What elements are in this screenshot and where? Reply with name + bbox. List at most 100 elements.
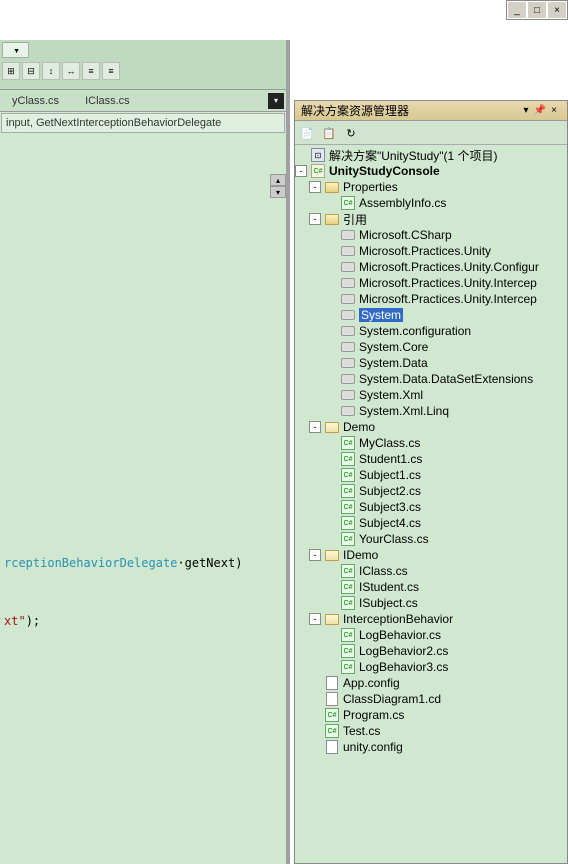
node-label: App.config — [343, 676, 400, 690]
file-node[interactable]: ISubject.cs — [295, 595, 567, 611]
node-label: Subject2.cs — [359, 484, 421, 498]
scroll-up-icon[interactable]: ▴ — [270, 174, 286, 186]
folder-properties[interactable]: -Properties — [295, 179, 567, 195]
code-editor[interactable]: input, GetNextInterceptionBehaviorDelega… — [0, 113, 286, 640]
file-node[interactable]: LogBehavior.cs — [295, 627, 567, 643]
csharp-file-icon — [324, 724, 340, 738]
window-controls: _ □ × — [506, 0, 568, 20]
reference-node[interactable]: Microsoft.Practices.Unity.Intercep — [295, 275, 567, 291]
reference-node[interactable]: Microsoft.Practices.Unity — [295, 243, 567, 259]
file-node[interactable]: IStudent.cs — [295, 579, 567, 595]
close-button[interactable]: × — [547, 1, 567, 19]
file-node[interactable]: ClassDiagram1.cd — [295, 691, 567, 707]
toolbar-icon[interactable]: ↕ — [42, 62, 60, 80]
expander-icon[interactable]: - — [309, 181, 321, 193]
scroll-down-icon[interactable]: ▾ — [270, 186, 286, 198]
toolbar-icon[interactable]: ⊞ — [2, 62, 20, 80]
csharp-file-icon — [340, 564, 356, 578]
reference-node[interactable]: System — [295, 307, 567, 323]
csharp-file-icon — [340, 436, 356, 450]
file-node[interactable]: Subject3.cs — [295, 499, 567, 515]
csharp-file-icon — [340, 532, 356, 546]
editor-area: ⊞ ⊟ ↕ ↔ ≡ ≡ yClass.cs IClass.cs ▾ input,… — [0, 40, 290, 864]
solution-tree[interactable]: ⊡解决方案"UnityStudy"(1 个项目)-UnityStudyConso… — [295, 145, 567, 863]
file-node[interactable]: MyClass.cs — [295, 435, 567, 451]
file-node[interactable]: Subject1.cs — [295, 467, 567, 483]
reference-node[interactable]: System.Xml — [295, 387, 567, 403]
properties-icon[interactable]: 📄 — [297, 123, 317, 143]
tab-overflow-button[interactable]: ▾ — [268, 93, 284, 109]
reference-icon — [340, 308, 356, 322]
toolbar-icon[interactable]: ↔ — [62, 62, 80, 80]
file-node[interactable]: Subject2.cs — [295, 483, 567, 499]
file-node[interactable]: Test.cs — [295, 723, 567, 739]
reference-icon — [340, 228, 356, 242]
toolbar-icon[interactable]: ≡ — [102, 62, 120, 80]
expander-icon[interactable]: - — [309, 213, 321, 225]
toolbar-dropdown[interactable] — [2, 42, 29, 58]
expander-icon[interactable]: - — [309, 549, 321, 561]
solution-root[interactable]: ⊡解决方案"UnityStudy"(1 个项目) — [295, 147, 567, 163]
show-all-icon[interactable]: 📋 — [319, 123, 339, 143]
reference-node[interactable]: Microsoft.Practices.Unity.Intercep — [295, 291, 567, 307]
project-node[interactable]: -UnityStudyConsole — [295, 163, 567, 179]
node-label: Subject4.cs — [359, 516, 421, 530]
csharp-file-icon — [340, 484, 356, 498]
file-node[interactable]: App.config — [295, 675, 567, 691]
node-label: InterceptionBehavior — [343, 612, 453, 626]
folder-demo[interactable]: -Demo — [295, 419, 567, 435]
reference-node[interactable]: Microsoft.Practices.Unity.Configur — [295, 259, 567, 275]
folder-interception[interactable]: - InterceptionBehavior — [295, 611, 567, 627]
reference-node[interactable]: System.Core — [295, 339, 567, 355]
reference-node[interactable]: Microsoft.CSharp — [295, 227, 567, 243]
maximize-button[interactable]: □ — [527, 1, 547, 19]
panel-dropdown-icon[interactable]: ▾ — [519, 105, 533, 116]
node-label: Microsoft.Practices.Unity — [359, 244, 491, 258]
node-label: 引用 — [343, 211, 367, 228]
node-label: Student1.cs — [359, 452, 422, 466]
folder-references[interactable]: - 引用 — [295, 211, 567, 227]
method-navigator[interactable]: input, GetNextInterceptionBehaviorDelega… — [1, 113, 285, 133]
panel-pin-icon[interactable]: 📌 — [533, 105, 547, 116]
file-node[interactable]: Subject4.cs — [295, 515, 567, 531]
reference-icon — [340, 260, 356, 274]
folder-idemo[interactable]: -IDemo — [295, 547, 567, 563]
minimize-button[interactable]: _ — [507, 1, 527, 19]
editor-toolbar: ⊞ ⊟ ↕ ↔ ≡ ≡ — [0, 40, 286, 90]
reference-node[interactable]: System.Data.DataSetExtensions — [295, 371, 567, 387]
panel-title: 解决方案资源管理器 — [301, 102, 409, 119]
refresh-icon[interactable]: ↻ — [341, 123, 361, 143]
toolbar-icon[interactable]: ≡ — [82, 62, 100, 80]
code-token-method: getNext) — [185, 556, 243, 570]
file-node[interactable]: IClass.cs — [295, 563, 567, 579]
reference-node[interactable]: System.Data — [295, 355, 567, 371]
file-node[interactable]: YourClass.cs — [295, 531, 567, 547]
tab-file[interactable]: IClass.cs — [75, 93, 140, 109]
expander-icon[interactable]: - — [295, 165, 307, 177]
panel-close-icon[interactable]: × — [547, 105, 561, 116]
tab-file[interactable]: yClass.cs — [2, 93, 69, 109]
folder-icon — [324, 212, 340, 226]
code-token-class: rceptionBehaviorDelegate — [4, 556, 177, 570]
editor-tabs: yClass.cs IClass.cs ▾ — [0, 90, 286, 112]
file-node[interactable]: AssemblyInfo.cs — [295, 195, 567, 211]
toolbar-icon[interactable]: ⊟ — [22, 62, 40, 80]
reference-icon — [340, 324, 356, 338]
file-node[interactable]: Program.cs — [295, 707, 567, 723]
reference-node[interactable]: System.Xml.Linq — [295, 403, 567, 419]
expander-icon[interactable]: - — [309, 421, 321, 433]
node-label: System — [359, 308, 403, 322]
code-token-string: xt" — [4, 614, 26, 628]
code-body[interactable]: rceptionBehaviorDelegate·getNext) xt"); — [0, 134, 286, 640]
file-node[interactable]: unity.config — [295, 739, 567, 755]
csharp-file-icon — [340, 468, 356, 482]
folder-open-icon — [324, 548, 340, 562]
file-node[interactable]: LogBehavior2.cs — [295, 643, 567, 659]
reference-icon — [340, 372, 356, 386]
file-node[interactable]: Student1.cs — [295, 451, 567, 467]
solution-explorer-panel: 解决方案资源管理器 ▾ 📌 × 📄 📋 ↻ ⊡解决方案"UnityStudy"(… — [294, 100, 568, 864]
expander-icon[interactable]: - — [309, 613, 321, 625]
file-node[interactable]: LogBehavior3.cs — [295, 659, 567, 675]
reference-node[interactable]: System.configuration — [295, 323, 567, 339]
csharp-project-icon — [310, 164, 326, 178]
